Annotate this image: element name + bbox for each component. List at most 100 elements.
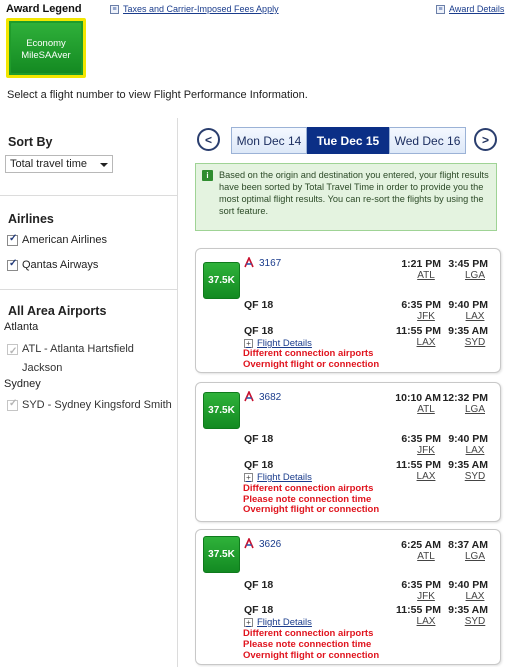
arrival-airport[interactable]: LAX: [460, 311, 490, 322]
filter-label: Qantas Airways: [22, 259, 99, 271]
award-miles-button[interactable]: 37.5K: [203, 392, 240, 429]
airlines-title: Airlines: [8, 212, 54, 226]
flight-number: QF 18: [244, 459, 274, 471]
date-tab-mon-dec-14[interactable]: Mon Dec 14: [231, 127, 307, 154]
arrival-time: 9:40 PM: [448, 299, 488, 311]
expand-plus-icon[interactable]: +: [244, 618, 253, 627]
arrival-time: 9:35 AM: [448, 459, 488, 471]
departure-airport[interactable]: ATL: [411, 270, 441, 281]
arrival-airport[interactable]: SYD: [460, 616, 490, 627]
checkbox[interactable]: [7, 342, 18, 361]
flight-number: QF 18: [244, 579, 274, 591]
departure-airport[interactable]: JFK: [411, 311, 441, 322]
award-type-line2: MileSAAver: [21, 50, 71, 61]
flight-number: QF 18: [244, 299, 274, 311]
american-airlines-logo-icon: [244, 391, 254, 402]
checkbox[interactable]: [7, 258, 18, 271]
warning-message: Overnight flight or connection: [243, 650, 380, 661]
award-legend-title: Award Legend: [6, 3, 82, 15]
arrival-time: 9:40 PM: [448, 579, 488, 591]
flight-number-link[interactable]: 3626: [259, 539, 281, 550]
date-tab-wed-dec-16[interactable]: Wed Dec 16: [389, 127, 466, 154]
date-tabs: Mon Dec 14 Tue Dec 15 Wed Dec 16: [231, 127, 466, 154]
date-tab-tue-dec-15[interactable]: Tue Dec 15: [307, 127, 389, 154]
flight-number-link[interactable]: 3167: [259, 258, 281, 269]
city-label-sydney: Sydney: [4, 378, 41, 390]
departure-airport[interactable]: ATL: [411, 551, 441, 562]
filter-airport-atl[interactable]: ATL - Atlanta Hartsfield Jackson: [7, 340, 172, 378]
document-icon: ≡: [436, 4, 445, 14]
arrival-time: 9:40 PM: [448, 433, 488, 445]
checkbox[interactable]: [7, 233, 18, 246]
warning-message: Different connection airports: [243, 628, 374, 639]
airport-label: SYD - Sydney Kingsford Smith: [22, 399, 172, 411]
sort-by-select[interactable]: Total travel time: [5, 155, 113, 173]
warning-message: Different connection airports: [243, 348, 374, 359]
flight-result-card: 37.5K 3626 6:25 AM ATL 8:37 AM LGA QF 18…: [195, 529, 501, 665]
chevron-down-icon: [100, 163, 108, 167]
departure-airport[interactable]: LAX: [411, 337, 441, 348]
select-flight-message: Select a flight number to view Flight Pe…: [7, 89, 308, 101]
expand-plus-icon[interactable]: +: [244, 473, 253, 482]
arrival-airport[interactable]: LGA: [460, 270, 490, 281]
arrival-time: 8:37 AM: [448, 539, 488, 551]
flight-result-card: 37.5K 3167 1:21 PM ATL 3:45 PM LGA QF 18…: [195, 248, 501, 373]
flight-result-card: 37.5K 3682 10:10 AM ATL 12:32 PM LGA QF …: [195, 382, 501, 522]
document-icon: ≡: [110, 4, 119, 14]
sort-info-message: i Based on the origin and destination yo…: [195, 163, 497, 231]
flight-details-link[interactable]: + Flight Details: [244, 617, 312, 628]
departure-airport[interactable]: ATL: [411, 404, 441, 415]
american-airlines-logo-icon: [244, 257, 254, 268]
arrival-time: 12:32 PM: [442, 392, 488, 404]
filter-qantas-airways[interactable]: Qantas Airways: [7, 258, 99, 271]
sort-by-value: Total travel time: [10, 158, 88, 170]
arrival-time: 9:35 AM: [448, 604, 488, 616]
flight-details-label[interactable]: Flight Details: [257, 472, 312, 483]
arrival-airport[interactable]: LAX: [460, 445, 490, 456]
chevron-left-icon[interactable]: <: [197, 128, 220, 151]
flight-number: QF 18: [244, 433, 274, 445]
checkbox[interactable]: [7, 398, 18, 411]
warning-message: Different connection airports: [243, 483, 374, 494]
arrival-airport[interactable]: SYD: [460, 337, 490, 348]
departure-airport[interactable]: JFK: [411, 445, 441, 456]
warning-message: Please note connection time: [243, 639, 372, 650]
award-type-line1: Economy: [26, 38, 66, 49]
all-area-airports-title: All Area Airports: [8, 304, 107, 318]
warning-message: Overnight flight or connection: [243, 504, 380, 515]
taxes-fees-link-label[interactable]: Taxes and Carrier-Imposed Fees Apply: [123, 4, 279, 14]
sort-by-title: Sort By: [8, 135, 53, 149]
taxes-fees-link[interactable]: ≡ Taxes and Carrier-Imposed Fees Apply: [110, 4, 279, 14]
departure-airport[interactable]: JFK: [411, 591, 441, 602]
filter-label: American Airlines: [22, 234, 107, 246]
divider: [0, 289, 178, 290]
arrival-airport[interactable]: LAX: [460, 591, 490, 602]
filter-sidebar: Sort By Total travel time Airlines Ameri…: [0, 118, 178, 667]
departure-airport[interactable]: LAX: [411, 471, 441, 482]
arrival-airport[interactable]: LGA: [460, 551, 490, 562]
arrival-airport[interactable]: LGA: [460, 404, 490, 415]
award-details-link-label[interactable]: Award Details: [449, 4, 504, 14]
flight-details-label[interactable]: Flight Details: [257, 617, 312, 628]
flight-details-link[interactable]: + Flight Details: [244, 472, 312, 483]
city-label-atlanta: Atlanta: [4, 321, 39, 333]
warning-message: Overnight flight or connection: [243, 359, 380, 370]
flight-number: QF 18: [244, 325, 274, 337]
arrival-time: 9:35 AM: [448, 325, 488, 337]
economy-milesaaver-award-button[interactable]: Economy MileSAAver: [6, 18, 86, 78]
arrival-time: 3:45 PM: [448, 258, 488, 270]
award-miles-button[interactable]: 37.5K: [203, 262, 240, 299]
departure-airport[interactable]: LAX: [411, 616, 441, 627]
airport-label: ATL - Atlanta Hartsfield Jackson: [22, 343, 134, 374]
filter-airport-syd[interactable]: SYD - Sydney Kingsford Smith: [7, 398, 172, 411]
info-icon: i: [202, 170, 213, 181]
expand-plus-icon[interactable]: +: [244, 339, 253, 348]
divider: [0, 195, 178, 196]
award-details-link[interactable]: ≡ Award Details: [436, 4, 504, 14]
award-miles-button[interactable]: 37.5K: [203, 536, 240, 573]
filter-american-airlines[interactable]: American Airlines: [7, 233, 107, 246]
arrival-airport[interactable]: SYD: [460, 471, 490, 482]
american-airlines-logo-icon: [244, 538, 254, 549]
flight-number-link[interactable]: 3682: [259, 392, 281, 403]
chevron-right-icon[interactable]: >: [474, 128, 497, 151]
